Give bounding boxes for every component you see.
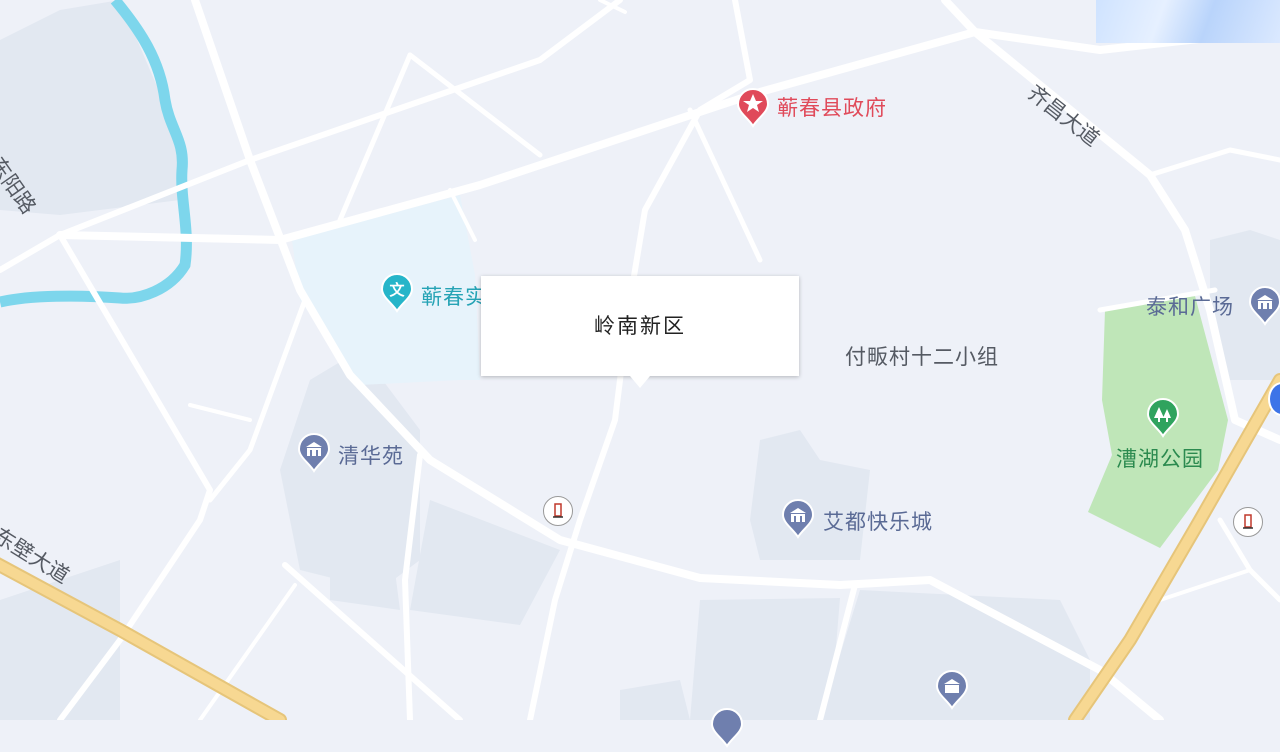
- plaza-building-pin-icon[interactable]: [1248, 286, 1280, 330]
- qinghua-building-pin-icon[interactable]: [297, 433, 331, 477]
- bottom-building-pin-icon-2[interactable]: [710, 708, 744, 752]
- info-window-title: 岭南新区: [594, 314, 686, 338]
- gas-station-icon-2[interactable]: [1233, 507, 1263, 537]
- corner-image-strip: [1096, 0, 1280, 43]
- poi-label-qinghua[interactable]: 清华苑: [338, 440, 404, 470]
- poi-label-gov[interactable]: 蕲春县政府: [777, 92, 887, 122]
- culture-pin-icon[interactable]: 文: [380, 273, 414, 317]
- gov-star-pin-icon[interactable]: [736, 88, 770, 132]
- bottom-building-pin-icon[interactable]: [935, 670, 969, 714]
- poi-label-school[interactable]: 蕲春实: [421, 281, 487, 311]
- poi-label-park[interactable]: 漕湖公园: [1116, 443, 1204, 473]
- aidou-building-pin-icon[interactable]: [781, 499, 815, 543]
- info-window-pointer: [630, 376, 650, 388]
- poi-label-aidou[interactable]: 艾都快乐城: [823, 506, 933, 536]
- poi-label-plaza[interactable]: 泰和广场: [1146, 291, 1234, 321]
- park-pin-icon[interactable]: [1146, 398, 1180, 442]
- gas-station-icon[interactable]: [543, 496, 573, 526]
- svg-text:文: 文: [389, 281, 405, 299]
- poi-label-village[interactable]: 付畈村十二小组: [845, 341, 999, 371]
- info-window[interactable]: 岭南新区: [481, 276, 799, 388]
